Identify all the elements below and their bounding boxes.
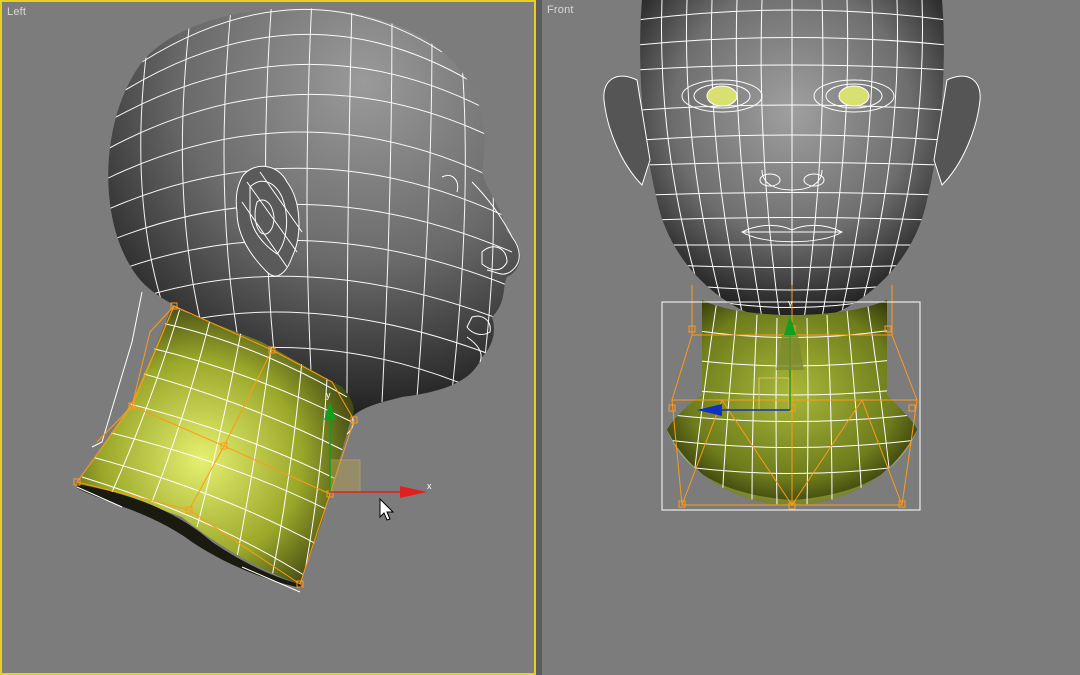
x-axis-label: x: [427, 481, 432, 491]
front-viewport[interactable]: Front y: [541, 0, 1080, 675]
left-viewport[interactable]: Left y x: [0, 0, 536, 675]
viewport-layout: Left y x Front y: [0, 0, 1080, 675]
left-viewport-canvas[interactable]: y x: [2, 2, 534, 673]
mouse-cursor-icon: [379, 497, 395, 521]
front-viewport-canvas[interactable]: y: [542, 0, 1080, 675]
x-axis-arrow-icon[interactable]: [400, 486, 427, 498]
viewport-label-left[interactable]: Left: [7, 6, 26, 18]
y-axis-label: y: [326, 390, 331, 400]
head-mesh-front: [603, 0, 981, 319]
y-axis-label-front: y: [788, 298, 793, 308]
viewport-label-front[interactable]: Front: [547, 4, 574, 16]
